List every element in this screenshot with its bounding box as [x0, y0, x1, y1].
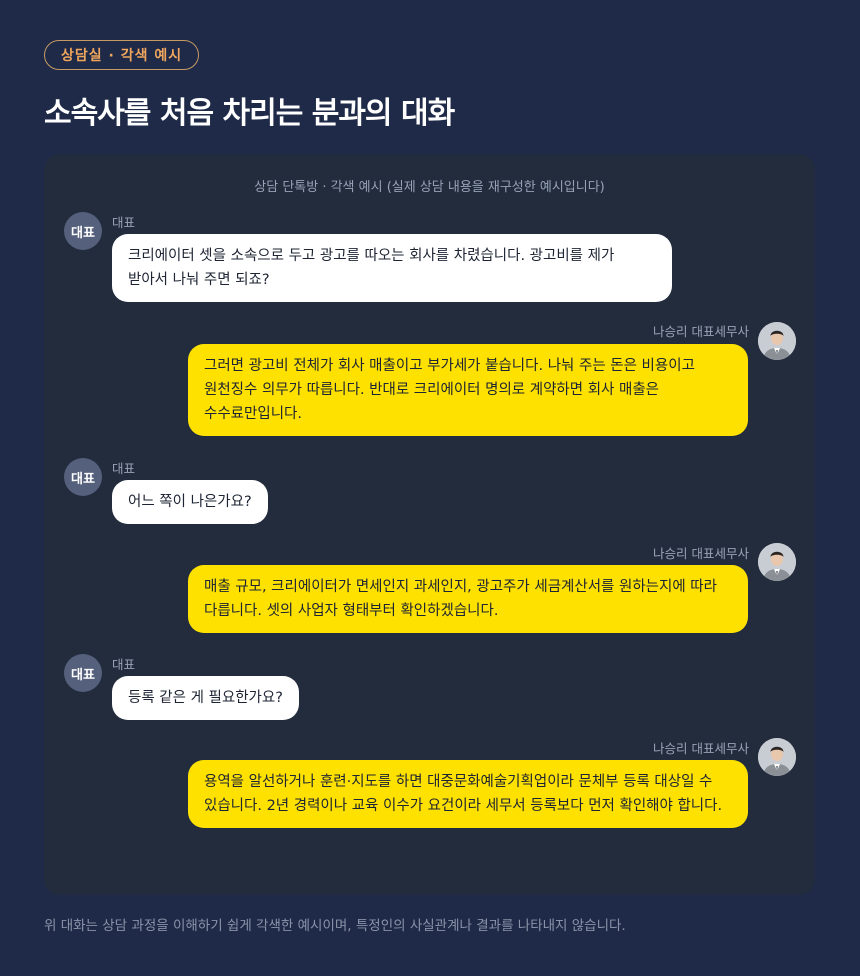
- person-photo-icon: [758, 322, 796, 360]
- tax-accountant-avatar: [758, 738, 796, 776]
- disclaimer-footnote: 위 대화는 상담 과정을 이해하기 쉽게 각색한 예시이며, 특정인의 사실관계…: [44, 918, 626, 934]
- sender-name: 대표: [112, 461, 136, 476]
- page-title: 소속사를 처음 차리는 분과의 대화: [44, 96, 455, 131]
- message-bubble-tax: 그러면 광고비 전체가 회사 매출이고 부가세가 붙습니다. 나눠 주는 돈은 …: [188, 344, 748, 436]
- tax-accountant-avatar: [758, 322, 796, 360]
- rep-avatar: 대표: [64, 458, 102, 496]
- rep-avatar: 대표: [64, 212, 102, 250]
- tax-accountant-avatar: [758, 543, 796, 581]
- sender-name: 나승리 대표세무사: [653, 324, 749, 339]
- sender-name: 나승리 대표세무사: [653, 546, 749, 561]
- chat-caption: 상담 단톡방 · 각색 예시 (실제 상담 내용을 재구성한 예시입니다): [254, 180, 605, 195]
- person-photo-icon: [758, 738, 796, 776]
- message-bubble-tax: 매출 규모, 크리에이터가 면세인지 과세인지, 광고주가 세금계산서를 원하는…: [188, 565, 748, 633]
- message-bubble-rep: 어느 쪽이 나은가요?: [112, 480, 268, 524]
- message-bubble-rep: 등록 같은 게 필요한가요?: [112, 676, 299, 720]
- sender-name: 대표: [112, 215, 136, 230]
- rep-avatar: 대표: [64, 654, 102, 692]
- message-bubble-rep: 크리에이터 셋을 소속으로 두고 광고를 따오는 회사를 차렸습니다. 광고비를…: [112, 234, 672, 302]
- sender-name: 대표: [112, 657, 136, 672]
- message-bubble-tax: 용역을 알선하거나 훈련·지도를 하면 대중문화예술기획업이라 문체부 등록 대…: [188, 760, 748, 828]
- person-photo-icon: [758, 543, 796, 581]
- chat-panel: 상담 단톡방 · 각색 예시 (실제 상담 내용을 재구성한 예시입니다) 대표…: [44, 154, 815, 895]
- section-badge: 상담실 · 각색 예시: [44, 40, 200, 70]
- sender-name: 나승리 대표세무사: [653, 741, 749, 756]
